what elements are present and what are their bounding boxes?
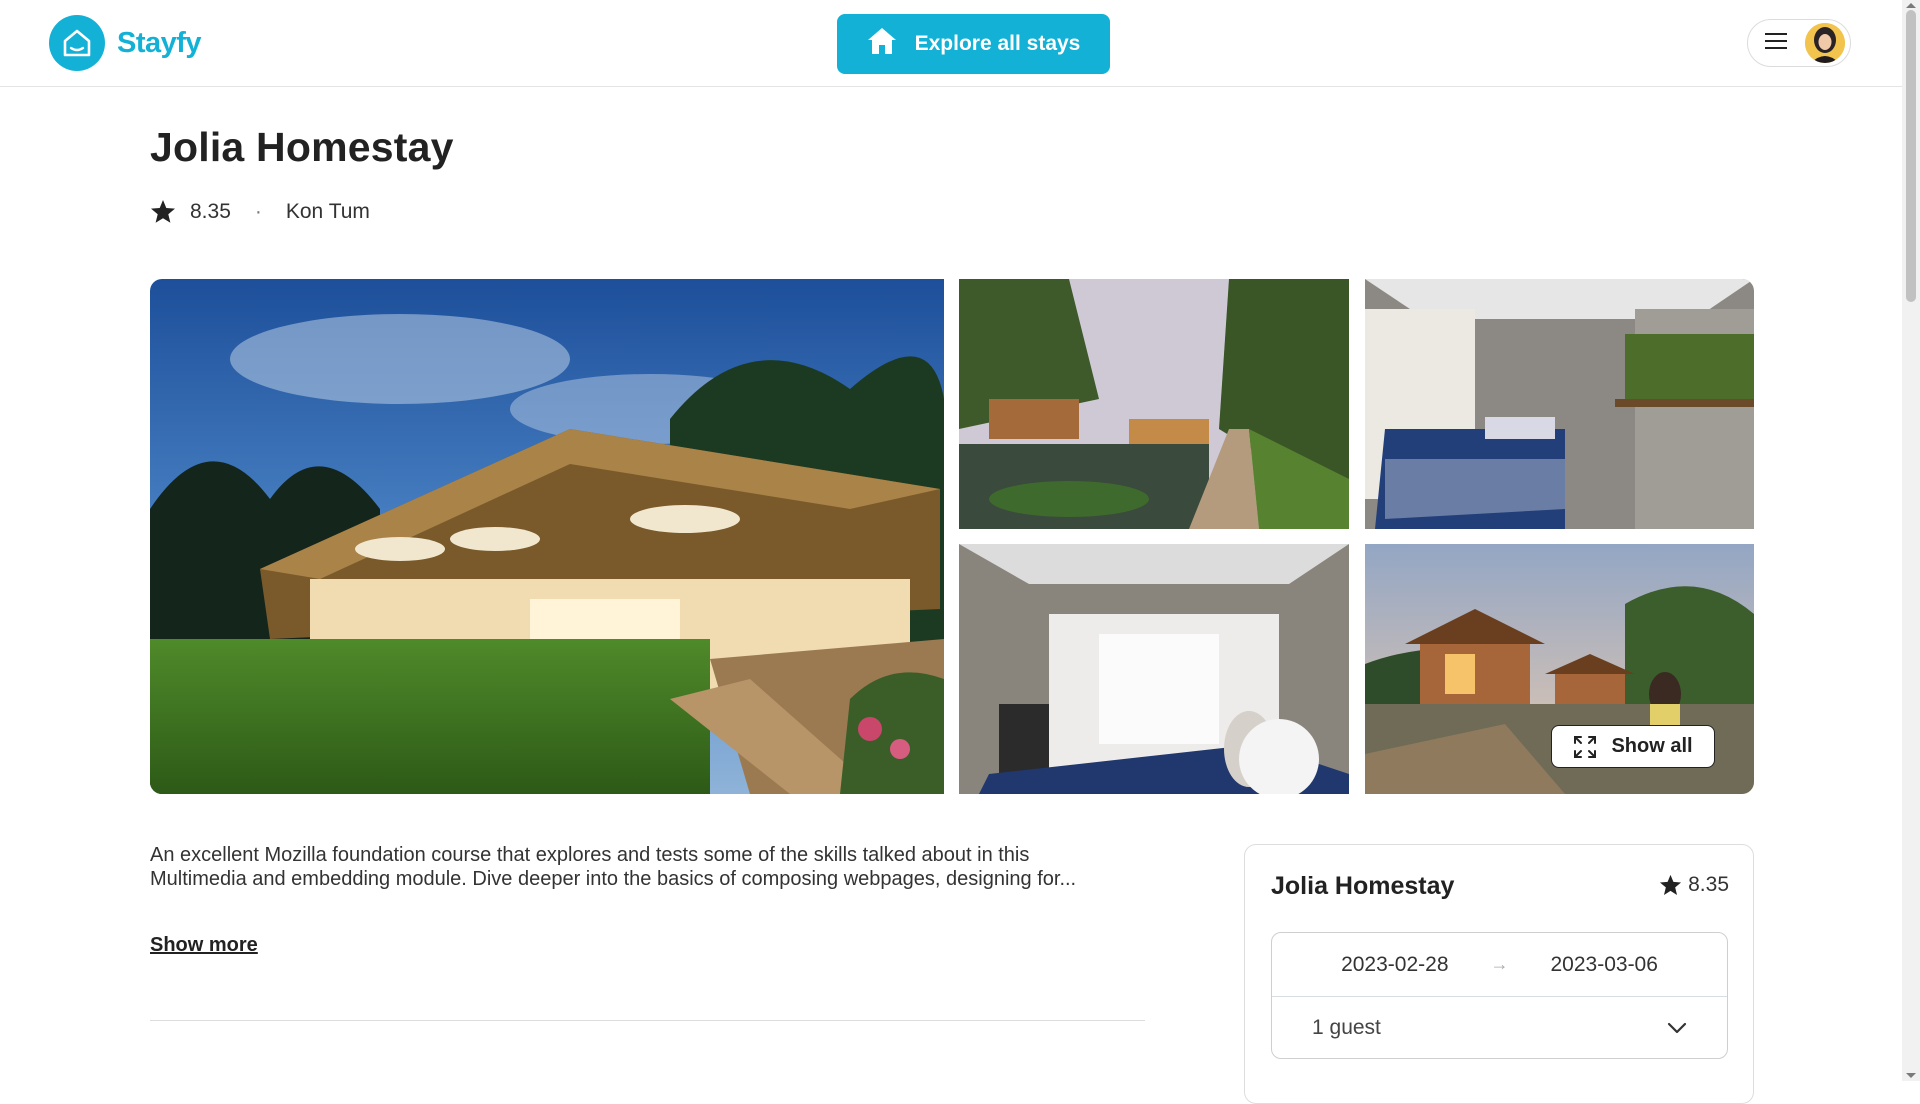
- explore-all-stays-label: Explore all stays: [914, 32, 1081, 55]
- booking-card-title: Jolia Homestay: [1271, 872, 1455, 900]
- section-divider: [150, 1020, 1145, 1021]
- page-scrollbar[interactable]: [1902, 0, 1920, 1081]
- gallery-photo-main[interactable]: [150, 279, 944, 794]
- show-more-link[interactable]: Show more: [150, 934, 258, 957]
- check-out-date[interactable]: 2023-03-06: [1551, 953, 1658, 977]
- listing-description: An excellent Mozilla foundation course t…: [150, 844, 1077, 890]
- meta-separator: ·: [254, 199, 262, 223]
- explore-all-stays-button[interactable]: Explore all stays: [837, 14, 1110, 74]
- booking-rating-value: 8.35: [1688, 873, 1729, 896]
- booking-date-guest-box: 2023-02-28 → 2023-03-06 1 guest: [1271, 932, 1728, 1059]
- home-icon: [867, 27, 897, 61]
- brand-name: Stayfy: [117, 26, 202, 59]
- chevron-down-icon: [1667, 1022, 1687, 1034]
- scroll-up-arrow-icon[interactable]: [1906, 3, 1916, 8]
- location: Kon Tum: [285, 199, 370, 223]
- date-range: 2023-02-28 → 2023-03-06: [1272, 933, 1727, 997]
- user-menu-button[interactable]: [1747, 19, 1851, 67]
- guests-value: 1 guest: [1312, 1015, 1381, 1039]
- top-navigation-bar: Stayfy Explore all stays: [0, 0, 1902, 87]
- brand-logo[interactable]: Stayfy: [49, 15, 202, 71]
- star-icon: [1659, 874, 1682, 896]
- gallery-photo-garden-pond[interactable]: [959, 279, 1349, 529]
- gallery-photo-bedroom-2[interactable]: [959, 544, 1349, 794]
- show-all-photos-button[interactable]: Show all: [1551, 725, 1715, 768]
- guests-select[interactable]: 1 guest: [1272, 996, 1727, 1059]
- date-range-arrow-icon: →: [1490, 954, 1509, 974]
- listing-meta: 8.35 · Kon Tum: [150, 199, 370, 224]
- hamburger-menu-icon: [1765, 32, 1787, 54]
- booking-card-rating: 8.35: [1659, 873, 1729, 897]
- gallery-photo-bedroom-1[interactable]: [1365, 279, 1754, 529]
- booking-card: Jolia Homestay 8.35 2023-02-28 → 2023-03…: [1244, 844, 1754, 1104]
- rating-value: 8.35: [190, 199, 231, 223]
- show-all-label: Show all: [1611, 735, 1693, 757]
- house-outline-icon: [49, 15, 105, 71]
- expand-icon: [1573, 735, 1597, 759]
- star-icon: [150, 199, 176, 224]
- scrollbar-thumb[interactable]: [1906, 10, 1916, 302]
- check-in-date[interactable]: 2023-02-28: [1341, 953, 1448, 977]
- avatar: [1805, 23, 1845, 63]
- page-title: Jolia Homestay: [150, 124, 454, 170]
- scroll-down-arrow-icon[interactable]: [1906, 1073, 1916, 1078]
